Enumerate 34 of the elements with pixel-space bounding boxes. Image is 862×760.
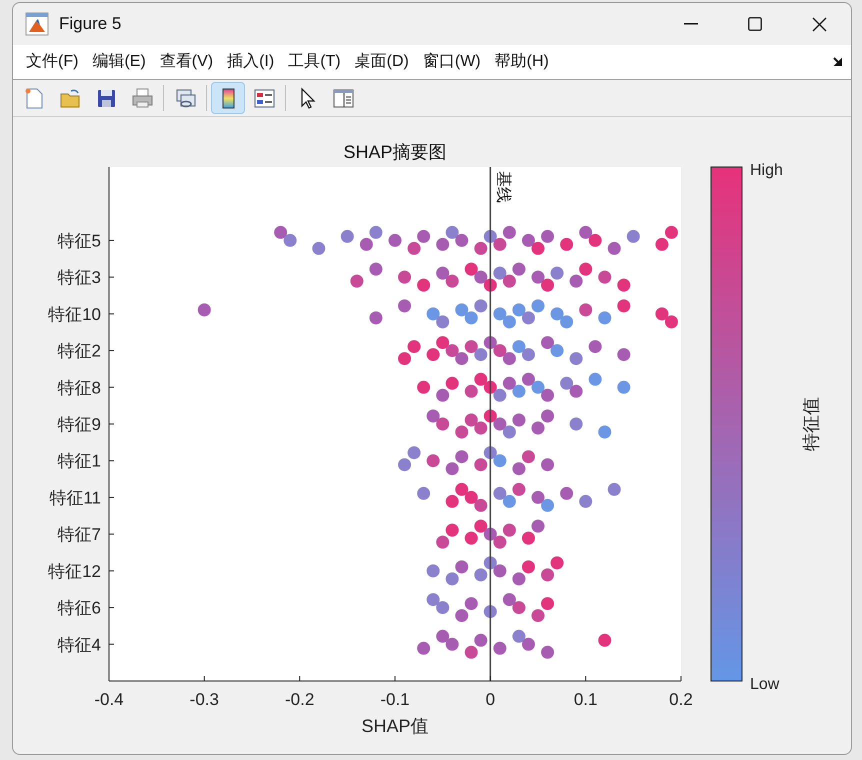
y-tick-label: 特征6 bbox=[58, 598, 101, 618]
x-tick-label: -0.3 bbox=[190, 690, 219, 709]
y-tick-label: 特征8 bbox=[58, 378, 101, 398]
colorbar-high-label: High bbox=[750, 162, 783, 179]
baseline-label: 基线 bbox=[494, 171, 512, 203]
x-tick-label: -0.2 bbox=[285, 690, 314, 709]
y-tick-label: 特征3 bbox=[58, 268, 101, 288]
colorbar-label: 特征值 bbox=[801, 397, 821, 451]
y-tick-label: 特征1 bbox=[58, 452, 101, 471]
x-tick-label: 0.1 bbox=[574, 690, 598, 709]
menu-item[interactable]: 查看(V) bbox=[154, 48, 218, 76]
y-tick-label: 特征7 bbox=[58, 525, 101, 544]
menu-item[interactable]: 文件(F) bbox=[21, 48, 84, 76]
colorbar-low-label: Low bbox=[750, 676, 780, 693]
y-tick-label: 特征12 bbox=[48, 562, 101, 581]
menu-item[interactable]: 插入(I) bbox=[222, 48, 280, 76]
menu-item[interactable]: 桌面(D) bbox=[350, 48, 414, 76]
x-tick-label: -0.4 bbox=[94, 690, 124, 709]
chart-title: SHAP摘要图 bbox=[343, 142, 447, 162]
y-tick-label: 特征4 bbox=[58, 635, 101, 654]
x-tick-label: 0.2 bbox=[669, 690, 693, 709]
menu-item[interactable]: 帮助(H) bbox=[490, 48, 554, 76]
menu-item[interactable]: 工具(T) bbox=[283, 48, 346, 76]
window-title: Figure 5 bbox=[59, 13, 122, 36]
x-tick-label: -0.1 bbox=[380, 690, 410, 709]
x-tick-label: 0 bbox=[486, 690, 496, 709]
y-tick-label: 特征9 bbox=[58, 415, 101, 434]
menu-item[interactable]: 窗口(W) bbox=[418, 48, 486, 76]
y-tick-label: 特征5 bbox=[58, 231, 101, 250]
y-tick-label: 特征11 bbox=[49, 488, 101, 508]
menu-item[interactable]: 编辑(E) bbox=[87, 48, 151, 76]
y-tick-label: 特征2 bbox=[58, 342, 101, 361]
x-axis-label: SHAP值 bbox=[361, 716, 429, 736]
y-tick-label: 特征10 bbox=[48, 304, 101, 324]
